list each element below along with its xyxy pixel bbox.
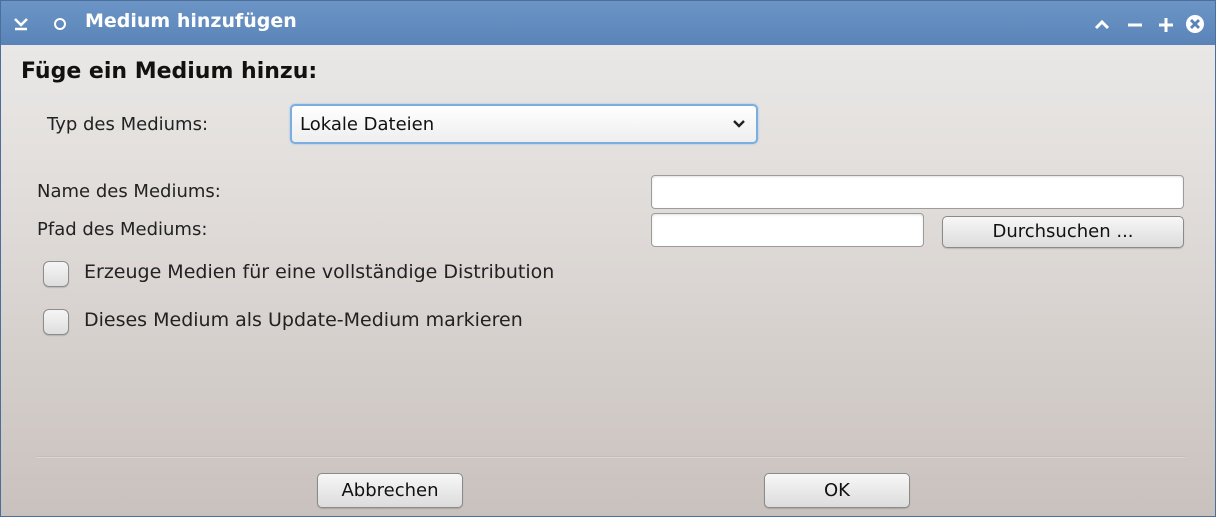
window-title: Medium hinzufügen xyxy=(85,10,297,32)
chevron-down-icon xyxy=(733,120,745,128)
close-icon[interactable] xyxy=(1185,14,1205,34)
medium-path-label: Pfad des Mediums: xyxy=(37,219,208,240)
browse-button[interactable]: Durchsuchen ... xyxy=(942,216,1184,248)
ok-button[interactable]: OK xyxy=(764,473,910,508)
dialog-window: Medium hinzufügen Füge ein Medium hinzu:… xyxy=(0,0,1216,517)
medium-path-input[interactable] xyxy=(651,213,924,247)
cancel-button[interactable]: Abbrechen xyxy=(317,473,463,508)
maximize-icon[interactable] xyxy=(1156,14,1176,34)
medium-type-value: Lokale Dateien xyxy=(300,114,435,135)
full-distribution-checkbox-label[interactable]: Erzeuge Medien für eine vollständige Dis… xyxy=(84,261,554,283)
titlebar[interactable]: Medium hinzufügen xyxy=(1,1,1215,45)
update-medium-checkbox[interactable] xyxy=(43,309,69,335)
keep-above-icon[interactable] xyxy=(1092,14,1112,34)
medium-type-select[interactable]: Lokale Dateien xyxy=(290,104,758,144)
dialog-heading: Füge ein Medium hinzu: xyxy=(21,59,318,84)
medium-type-label: Typ des Mediums: xyxy=(47,114,209,135)
medium-name-label: Name des Mediums: xyxy=(37,181,221,202)
medium-name-input[interactable] xyxy=(651,175,1184,209)
window-menu-icon[interactable] xyxy=(13,15,29,31)
pin-icon[interactable] xyxy=(54,18,66,30)
minimize-icon[interactable] xyxy=(1125,14,1145,34)
full-distribution-checkbox[interactable] xyxy=(43,261,69,287)
update-medium-checkbox-label[interactable]: Dieses Medium als Update-Medium markiere… xyxy=(84,309,523,331)
footer-divider xyxy=(37,456,1185,458)
